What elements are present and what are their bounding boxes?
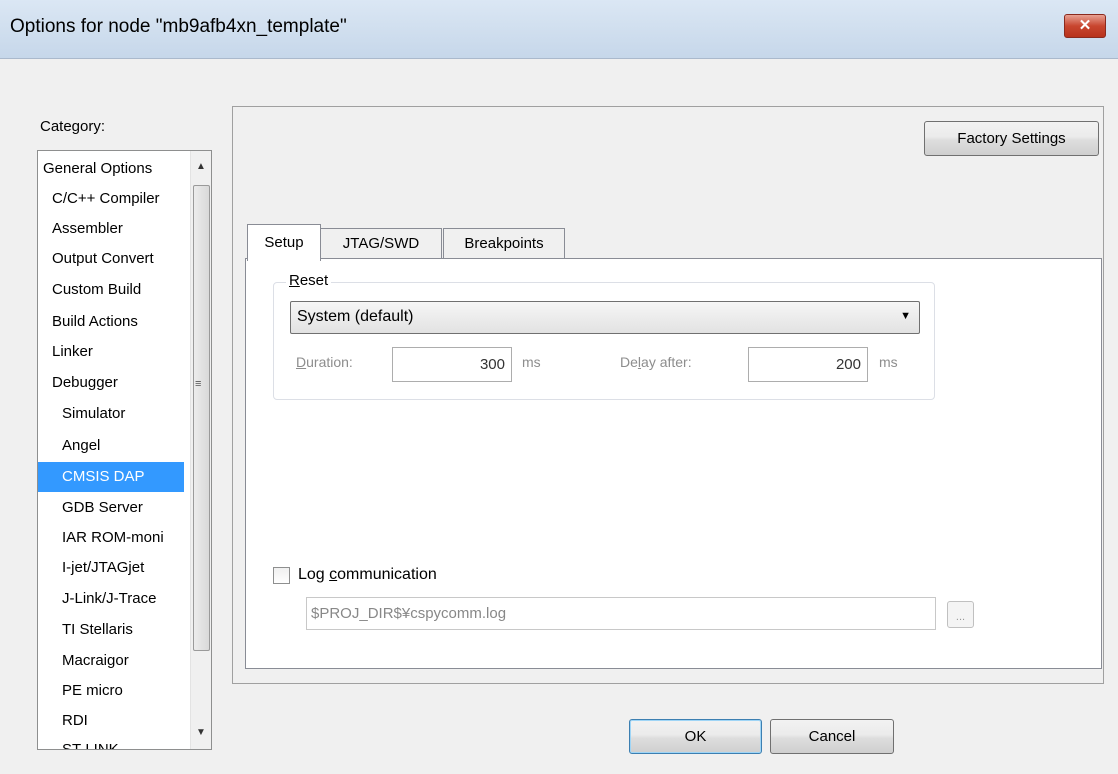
category-item-general-options[interactable]: General Options bbox=[43, 154, 195, 184]
delay-after-label: Delay after: bbox=[620, 354, 692, 370]
category-item-assembler[interactable]: Assembler bbox=[52, 214, 204, 244]
delay-after-unit: ms bbox=[879, 354, 898, 370]
scroll-down-icon[interactable]: ▼ bbox=[191, 721, 211, 745]
duration-label: Duration: bbox=[296, 354, 353, 370]
category-item-build-actions[interactable]: Build Actions bbox=[52, 307, 204, 337]
tab-setup[interactable]: Setup bbox=[247, 224, 321, 261]
scrollbar-grip-icon: ≡ bbox=[195, 378, 202, 390]
reset-group bbox=[273, 282, 935, 400]
delay-after-field[interactable]: 200 bbox=[748, 347, 868, 382]
window-title: Options for node "mb9afb4xn_template" bbox=[10, 16, 347, 37]
title-bar: Options for node "mb9afb4xn_template" ✕ bbox=[0, 0, 1118, 59]
browse-button[interactable]: ... bbox=[947, 601, 974, 628]
ok-button[interactable]: OK bbox=[629, 719, 762, 754]
close-button[interactable]: ✕ bbox=[1064, 14, 1106, 38]
scrollbar-thumb[interactable] bbox=[193, 185, 210, 651]
reset-group-label: Reset bbox=[286, 272, 332, 289]
factory-settings-button[interactable]: Factory Settings bbox=[924, 121, 1099, 156]
tab-breakpoints[interactable]: Breakpoints bbox=[443, 228, 565, 259]
log-communication-label[interactable]: Log communication bbox=[298, 566, 437, 584]
scroll-up-icon[interactable]: ▲ bbox=[191, 155, 211, 179]
duration-field[interactable]: 300 bbox=[392, 347, 512, 382]
reset-select[interactable]: System (default) ▼ bbox=[290, 301, 920, 334]
category-item-output-converter[interactable]: Output Convert bbox=[52, 244, 204, 274]
category-item-linker[interactable]: Linker bbox=[52, 337, 204, 367]
duration-unit: ms bbox=[522, 354, 541, 370]
category-list[interactable]: General Options C/C++ Compiler Assembler… bbox=[37, 150, 212, 750]
log-communication-checkbox[interactable] bbox=[273, 567, 290, 584]
reset-select-value: System (default) bbox=[297, 308, 414, 325]
category-label: Category: bbox=[40, 118, 106, 135]
close-icon: ✕ bbox=[1078, 17, 1092, 34]
log-file-path-field[interactable]: $PROJ_DIR$¥cspycomm.log bbox=[306, 597, 936, 630]
chevron-down-icon: ▼ bbox=[900, 310, 911, 322]
category-item-cmsis-dap[interactable]: CMSIS DAP bbox=[38, 462, 184, 492]
tab-jtag-swd[interactable]: JTAG/SWD bbox=[320, 228, 442, 259]
category-item-custom-build[interactable]: Custom Build bbox=[52, 275, 204, 305]
category-item-debugger[interactable]: Debugger bbox=[52, 368, 204, 398]
category-scrollbar[interactable]: ▲ ≡ ▼ bbox=[190, 151, 211, 749]
category-item-cpp-compiler[interactable]: C/C++ Compiler bbox=[52, 184, 204, 214]
cancel-button[interactable]: Cancel bbox=[770, 719, 894, 754]
